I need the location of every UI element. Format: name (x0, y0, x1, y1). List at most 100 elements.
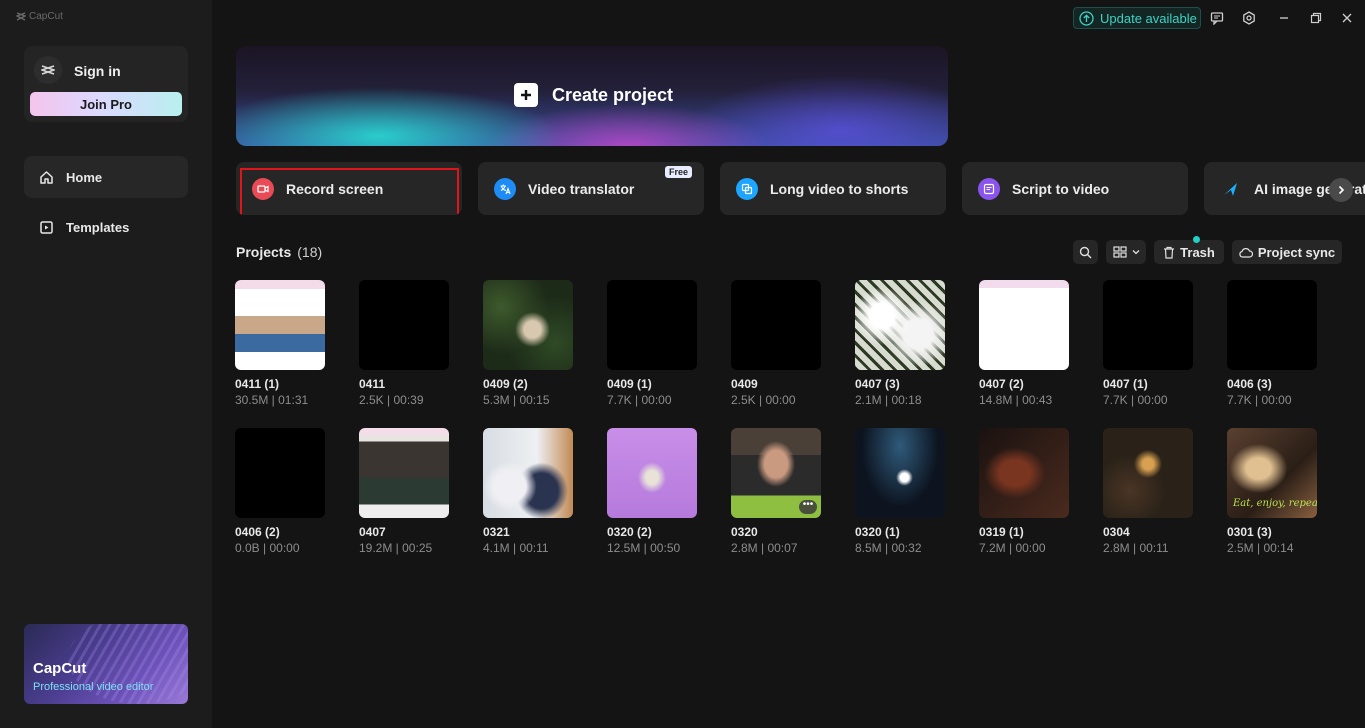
projects-count: (18) (297, 244, 323, 260)
project-card[interactable]: 0320 (2) 12.5M | 00:50 (607, 428, 703, 555)
project-meta: 2.5M | 00:14 (1227, 541, 1294, 555)
join-pro-button[interactable]: Join Pro (30, 92, 182, 116)
project-name: 0407 (1) (1103, 377, 1148, 391)
project-meta: 19.2M | 00:25 (359, 541, 433, 555)
project-name: 0407 (3) (855, 377, 900, 391)
project-name: 0301 (3) (1227, 525, 1272, 539)
ai-image-icon (1220, 178, 1242, 200)
templates-icon (40, 220, 53, 234)
update-available-button[interactable]: Update available (1073, 7, 1201, 29)
project-thumbnail[interactable] (359, 428, 449, 518)
project-card[interactable]: 0406 (3) 7.7K | 00:00 (1227, 280, 1323, 407)
capcut-logo-icon (16, 12, 26, 21)
project-meta: 14.8M | 00:43 (979, 393, 1053, 407)
view-mode-dropdown[interactable] (1106, 240, 1146, 264)
promo-banner[interactable]: CapCut Professional video editor (24, 624, 188, 704)
minimize-icon[interactable] (1275, 9, 1293, 27)
project-thumbnail[interactable] (483, 280, 573, 370)
home-icon (40, 170, 53, 184)
close-icon[interactable] (1338, 9, 1356, 27)
project-meta: 7.7K | 00:00 (1227, 393, 1292, 407)
project-name: 0406 (3) (1227, 377, 1272, 391)
project-thumbnail[interactable] (1103, 428, 1193, 518)
free-badge: Free (664, 166, 692, 178)
project-thumbnail[interactable] (235, 428, 325, 518)
project-card[interactable]: 0407 19.2M | 00:25 (359, 428, 455, 555)
feedback-icon[interactable] (1208, 9, 1226, 27)
account-card: Sign in Join Pro (24, 46, 188, 122)
project-name: 0409 (1) (607, 377, 652, 391)
project-card[interactable]: ••• 0320 2.8M | 00:07 (731, 428, 827, 555)
more-options-icon[interactable]: ••• (799, 500, 817, 514)
projects-title: Projects (18) (236, 244, 322, 260)
shorts-icon (736, 177, 758, 200)
project-name: 0304 (1103, 525, 1130, 539)
tool-long-video-to-shorts[interactable]: Long video to shorts (720, 162, 946, 215)
project-meta: 30.5M | 01:31 (235, 393, 309, 407)
sidebar-item-label: Home (66, 169, 103, 185)
capcut-avatar-icon (41, 65, 55, 75)
project-name: 0407 (359, 525, 386, 539)
sidebar-item-home[interactable]: Home (24, 156, 188, 198)
app-logo-text: CapCut (29, 11, 63, 22)
sidebar-item-templates[interactable]: Templates (24, 206, 188, 248)
tool-label: Record screen (286, 180, 384, 197)
project-name: 0407 (2) (979, 377, 1024, 391)
project-card[interactable]: Eat, enjoy, repeat 0301 (3) 2.5M | 00:14 (1227, 428, 1323, 555)
project-thumbnail[interactable] (855, 428, 945, 518)
project-meta: 0.0B | 00:00 (235, 541, 300, 555)
project-thumbnail[interactable] (607, 280, 697, 370)
restore-icon[interactable] (1307, 9, 1325, 27)
project-thumbnail[interactable]: Eat, enjoy, repeat (1227, 428, 1317, 518)
project-meta: 7.2M | 00:00 (979, 541, 1046, 555)
project-sync-button[interactable]: Project sync (1232, 240, 1342, 264)
tool-record-screen[interactable]: Record screen (236, 162, 462, 215)
project-card[interactable]: 0411 2.5K | 00:39 (359, 280, 455, 407)
avatar[interactable] (34, 56, 62, 84)
project-meta: 12.5M | 00:50 (607, 541, 681, 555)
tool-video-translator[interactable]: Video translator Free (478, 162, 704, 215)
project-card[interactable]: 0407 (3) 2.1M | 00:18 (855, 280, 951, 407)
trash-icon (1164, 246, 1175, 259)
project-thumbnail[interactable]: ••• (731, 428, 821, 518)
project-card[interactable]: 0304 2.8M | 00:11 (1103, 428, 1199, 555)
project-card[interactable]: 0407 (1) 7.7K | 00:00 (1103, 280, 1199, 407)
project-thumbnail[interactable] (855, 280, 945, 370)
tool-label: Video translator (528, 180, 635, 197)
app-logo: CapCut (16, 11, 63, 22)
project-name: 0320 (1) (855, 525, 900, 539)
chevron-down-icon (1132, 250, 1139, 255)
project-card[interactable]: 0320 (1) 8.5M | 00:32 (855, 428, 951, 555)
tool-script-to-video[interactable]: Script to video (962, 162, 1188, 215)
project-card[interactable]: 0411 (1) 30.5M | 01:31 (235, 280, 331, 407)
project-thumbnail[interactable] (979, 428, 1069, 518)
project-thumbnail[interactable] (235, 280, 325, 370)
project-card[interactable]: 0409 2.5K | 00:00 (731, 280, 827, 407)
tool-label: Long video to shorts (770, 180, 909, 197)
project-card[interactable]: 0409 (2) 5.3M | 00:15 (483, 280, 579, 407)
trash-button[interactable]: Trash (1154, 240, 1224, 264)
project-thumbnail[interactable] (731, 280, 821, 370)
grid-view-icon (1112, 246, 1127, 258)
project-thumbnail[interactable] (1103, 280, 1193, 370)
record-screen-icon (252, 177, 274, 200)
project-card[interactable]: 0319 (1) 7.2M | 00:00 (979, 428, 1075, 555)
project-card[interactable]: 0409 (1) 7.7K | 00:00 (607, 280, 703, 407)
project-name: 0409 (2) (483, 377, 528, 391)
project-thumbnail[interactable] (607, 428, 697, 518)
tools-scroll-right-button[interactable] (1329, 178, 1353, 202)
project-thumbnail[interactable] (1227, 280, 1317, 370)
sign-in-link[interactable]: Sign in (74, 63, 121, 79)
project-meta: 2.1M | 00:18 (855, 393, 922, 407)
plus-icon (514, 83, 538, 107)
project-thumbnail[interactable] (359, 280, 449, 370)
project-thumbnail[interactable] (483, 428, 573, 518)
settings-icon[interactable] (1240, 9, 1258, 27)
search-button[interactable] (1073, 240, 1098, 264)
project-card[interactable]: 0406 (2) 0.0B | 00:00 (235, 428, 331, 555)
project-card[interactable]: 0407 (2) 14.8M | 00:43 (979, 280, 1075, 407)
project-card[interactable]: 0321 4.1M | 00:11 (483, 428, 579, 555)
project-name: 0409 (731, 377, 758, 391)
project-thumbnail[interactable] (979, 280, 1069, 370)
create-project-banner[interactable]: Create project (236, 46, 948, 146)
